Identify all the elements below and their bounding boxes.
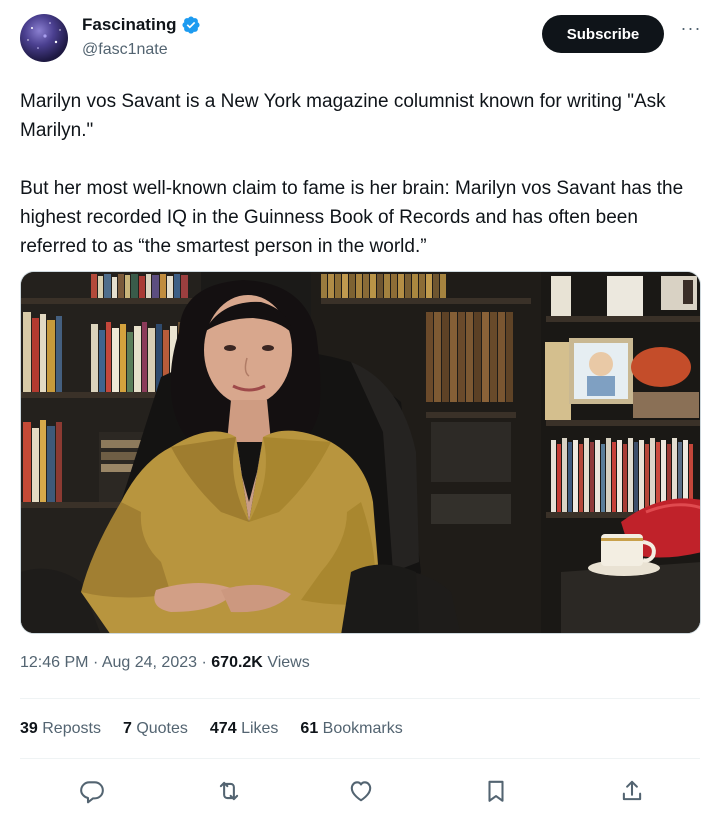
likes-count: 474 — [209, 720, 237, 737]
reposts-label: Reposts — [42, 720, 101, 737]
author-display-name[interactable]: Fascinating — [82, 15, 176, 35]
author-avatar[interactable] — [20, 14, 68, 62]
bookmarks-label: Bookmarks — [322, 720, 403, 737]
reposts-count: 39 — [20, 720, 38, 737]
tweet-photo[interactable] — [20, 271, 701, 634]
tweet-paragraph: Marilyn vos Savant is a New York magazin… — [20, 91, 666, 141]
verified-badge-icon — [182, 16, 201, 34]
subscribe-button[interactable]: Subscribe — [542, 15, 664, 53]
reposts-stat[interactable]: 39 Reposts — [20, 720, 101, 738]
share-icon[interactable] — [619, 778, 645, 804]
divider — [20, 698, 700, 699]
likes-stat[interactable]: 474 Likes — [210, 720, 279, 738]
photo-woman-in-library — [21, 272, 700, 633]
repost-icon[interactable] — [216, 778, 242, 804]
likes-label: Likes — [241, 720, 279, 737]
views-label: Views — [267, 654, 310, 671]
reply-icon[interactable] — [79, 778, 105, 804]
tweet-text: Marilyn vos Savant is a New York magazin… — [20, 87, 700, 261]
action-bar — [0, 772, 720, 808]
author-handle[interactable]: @fasc1nate — [82, 41, 168, 59]
more-options-icon[interactable]: ··· — [679, 18, 703, 42]
tweet-header: Fascinating @fasc1nate Subscribe ··· — [0, 0, 720, 80]
quotes-stat[interactable]: 7 Quotes — [123, 720, 188, 738]
divider — [20, 758, 700, 759]
tweet-date[interactable]: Aug 24, 2023 — [102, 654, 197, 671]
bookmark-icon[interactable] — [483, 778, 509, 804]
tweet-time[interactable]: 12:46 PM — [20, 654, 88, 671]
tweet-paragraph: But her most well-known claim to fame is… — [20, 178, 684, 257]
views-count: 670.2K — [211, 654, 263, 671]
tweet-meta: 12:46 PM · Aug 24, 2023 · 670.2K Views — [20, 654, 310, 672]
quotes-label: Quotes — [136, 720, 188, 737]
bookmarks-count: 61 — [300, 720, 319, 737]
meta-separator: · — [201, 654, 207, 671]
like-icon[interactable] — [348, 778, 374, 804]
quotes-count: 7 — [122, 720, 132, 737]
meta-separator: · — [92, 654, 99, 671]
bookmarks-stat[interactable]: 61 Bookmarks — [300, 720, 402, 738]
engagement-stats: 39 Reposts 7 Quotes 474 Likes 61 Bookmar… — [20, 720, 425, 738]
